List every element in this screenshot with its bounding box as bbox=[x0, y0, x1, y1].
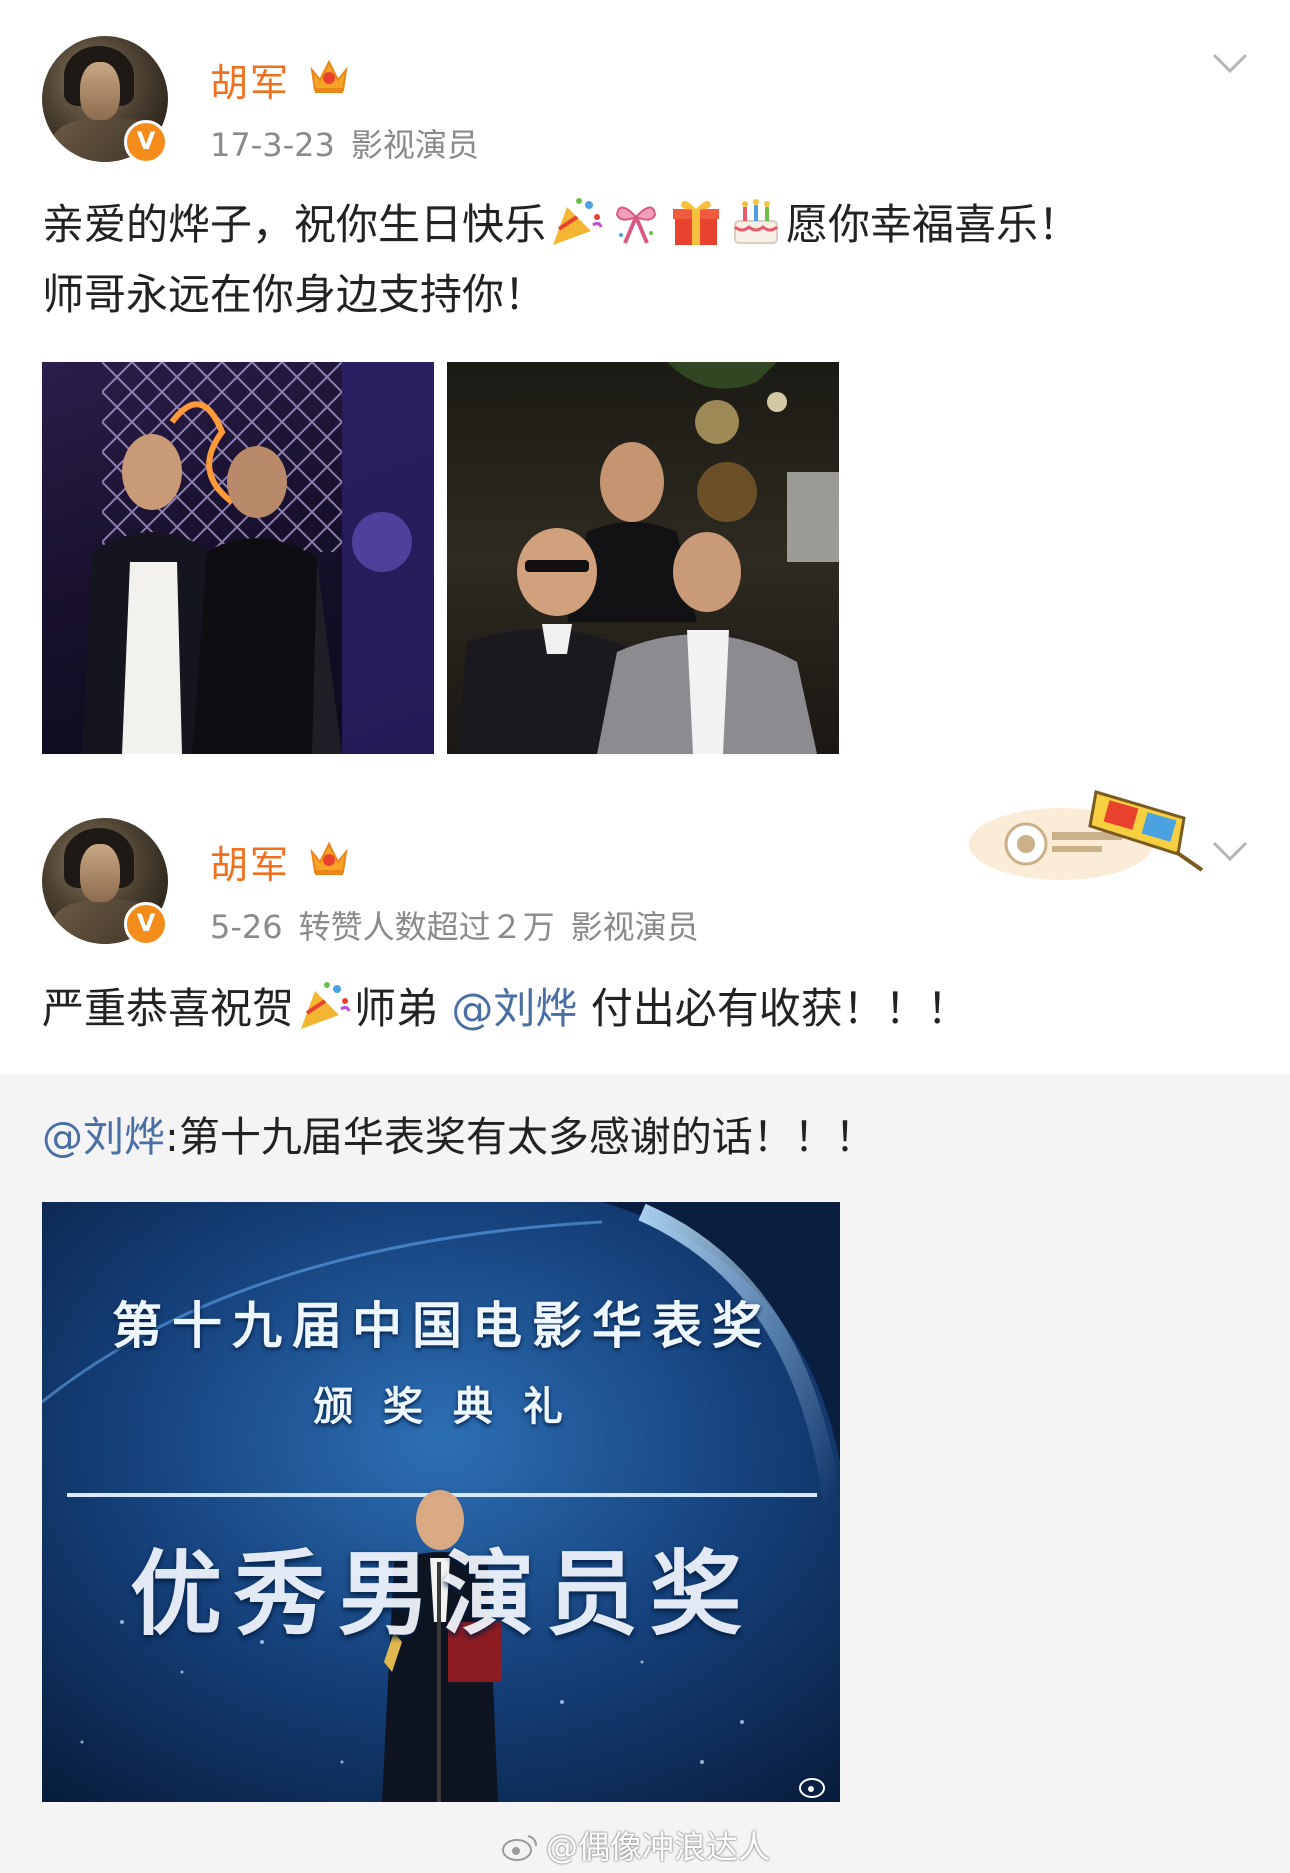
post-image-1[interactable] bbox=[42, 362, 434, 754]
repost-text-body: :第十九届华表奖有太多感谢的话！！！ bbox=[165, 1113, 876, 1161]
post-1: V 胡军 17-3-23 影视演员 亲爱的烨子，祝你生日快乐 愿你幸福喜乐！ 师哥永… bbox=[0, 0, 1290, 760]
weibo-logo-icon bbox=[502, 1835, 537, 1861]
award-title-line3: 优秀男演员奖 bbox=[129, 1541, 754, 1648]
post-text-segment: 严重恭喜祝贺 bbox=[42, 984, 295, 1033]
post-meta: 5-26 转赞人数超过２万 影视演员 bbox=[210, 902, 715, 948]
party-popper-icon bbox=[301, 982, 351, 1029]
mention-link[interactable]: @刘烨 bbox=[451, 984, 577, 1033]
username[interactable]: 胡军 bbox=[210, 834, 290, 889]
post-source: 影视演员 bbox=[570, 908, 699, 946]
repost-image[interactable]: 第十九届中国电影华表奖 颁 奖 典 礼 优秀男演员奖 bbox=[42, 1202, 840, 1802]
chevron-down-icon[interactable] bbox=[1212, 840, 1248, 862]
watermark-text: @偶像冲浪达人 bbox=[546, 1828, 771, 1866]
post-text-line2: 师哥永远在你身边支持你！ bbox=[42, 270, 547, 319]
username[interactable]: 胡军 bbox=[210, 52, 290, 107]
chevron-down-icon[interactable] bbox=[1212, 52, 1248, 74]
post-text: 亲爱的烨子，祝你生日快乐 愿你幸福喜乐！ bbox=[42, 194, 1080, 256]
post-image-2[interactable] bbox=[447, 362, 839, 754]
mention-link[interactable]: @刘烨 bbox=[42, 1113, 165, 1161]
verified-icon: V bbox=[124, 902, 168, 946]
post-time: 5-26 bbox=[210, 908, 283, 946]
post-2: V 胡军 5-26 转赞人数超过２万 影视演员 严重恭喜祝贺 师弟 @刘烨 付出必有收… bbox=[0, 782, 1290, 1072]
post-source: 影视演员 bbox=[350, 126, 479, 164]
post-text-segment: 愿你幸福喜乐！ bbox=[786, 200, 1081, 249]
repost-text: @刘烨:第十九届华表奖有太多感谢的话！！！ bbox=[42, 1106, 876, 1168]
award-title-line1: 第十九届中国电影华表奖 bbox=[112, 1297, 772, 1355]
post-time: 17-3-23 bbox=[210, 126, 335, 164]
post-text-segment: 亲爱的烨子，祝你生日快乐 bbox=[42, 200, 547, 249]
watermark: @偶像冲浪达人 bbox=[500, 1822, 770, 1868]
post-text-segment: 付出必有收获！！！ bbox=[577, 984, 969, 1033]
weibo-logo-icon bbox=[799, 1778, 825, 1798]
crown-icon bbox=[310, 841, 348, 875]
birthday-cake-icon bbox=[734, 199, 779, 244]
gift-icon bbox=[673, 200, 720, 245]
3d-glasses-badge-icon bbox=[969, 790, 1204, 880]
post-meta: 17-3-23 影视演员 bbox=[210, 120, 495, 166]
verified-icon: V bbox=[124, 120, 168, 164]
crown-icon bbox=[310, 59, 348, 93]
party-popper-icon bbox=[553, 198, 603, 245]
post-text-segment: 师弟 bbox=[354, 984, 452, 1033]
post-text: 严重恭喜祝贺 师弟 @刘烨 付出必有收获！！！ bbox=[42, 978, 969, 1040]
ribbon-icon bbox=[615, 206, 657, 244]
award-title-line2: 颁 奖 典 礼 bbox=[313, 1384, 571, 1430]
post-stats: 转赞人数超过２万 bbox=[298, 908, 555, 946]
